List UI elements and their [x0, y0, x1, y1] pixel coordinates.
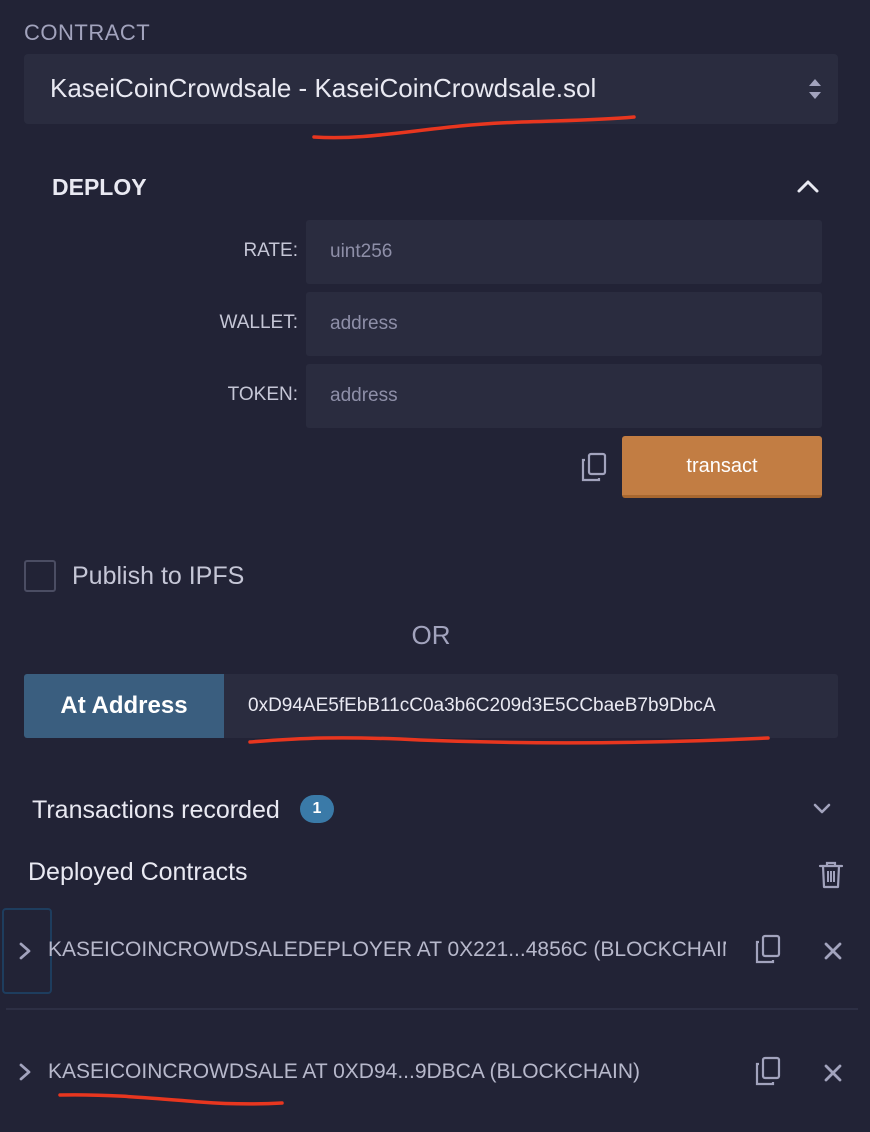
close-icon[interactable] [824, 942, 842, 960]
contract-section-label: CONTRACT [24, 20, 151, 45]
at-address-button[interactable]: At Address [24, 674, 224, 738]
chevron-up-icon[interactable] [796, 176, 820, 196]
wallet-input[interactable] [306, 292, 822, 356]
transactions-recorded-label[interactable]: Transactions recorded [32, 796, 280, 825]
contract-select-value: KaseiCoinCrowdsale - KaseiCoinCrowdsale.… [50, 73, 597, 103]
chevron-down-icon[interactable] [812, 800, 832, 818]
copy-calldata-icon[interactable] [580, 452, 608, 482]
instance-divider [6, 1008, 858, 1010]
wallet-label: WALLET: [219, 312, 299, 333]
or-separator: OR [411, 620, 451, 650]
rate-label: RATE: [243, 240, 298, 261]
at-address-input[interactable]: 0xD94AE5fEbB11cC0a3b6C209d3E5CCbaeB7b9Db… [224, 674, 838, 738]
chevron-right-icon[interactable] [16, 941, 34, 961]
deploy-title: DEPLOY [52, 174, 147, 200]
transact-button[interactable]: transact [622, 436, 822, 498]
publish-ipfs-label: Publish to IPFS [72, 562, 245, 590]
trash-icon[interactable] [818, 860, 844, 890]
rate-input[interactable] [306, 220, 822, 284]
token-input[interactable] [306, 364, 822, 428]
publish-ipfs-checkbox[interactable] [24, 560, 56, 592]
annotation-underline [58, 1093, 284, 1106]
select-arrows-icon [809, 79, 821, 99]
deploy-run-panel: CONTRACT KaseiCoinCrowdsale - KaseiCoinC… [0, 0, 870, 1132]
deployed-contracts-label: Deployed Contracts [28, 858, 248, 886]
chevron-right-icon[interactable] [16, 1062, 34, 1082]
token-label: TOKEN: [227, 384, 298, 405]
contract-select[interactable]: KaseiCoinCrowdsale - KaseiCoinCrowdsale.… [24, 54, 838, 124]
deployed-instance-label[interactable]: KASEICOINCROWDSALE AT 0XD94...9DBCA (BLO… [48, 1060, 726, 1084]
annotation-underline [248, 736, 770, 745]
copy-address-icon[interactable] [754, 1056, 782, 1086]
copy-address-icon[interactable] [754, 934, 782, 964]
close-icon[interactable] [824, 1064, 842, 1082]
deployed-instance-label[interactable]: KASEICOINCROWDSALEDEPLOYER AT 0X221...48… [48, 938, 726, 962]
transactions-count-badge: 1 [300, 795, 334, 823]
